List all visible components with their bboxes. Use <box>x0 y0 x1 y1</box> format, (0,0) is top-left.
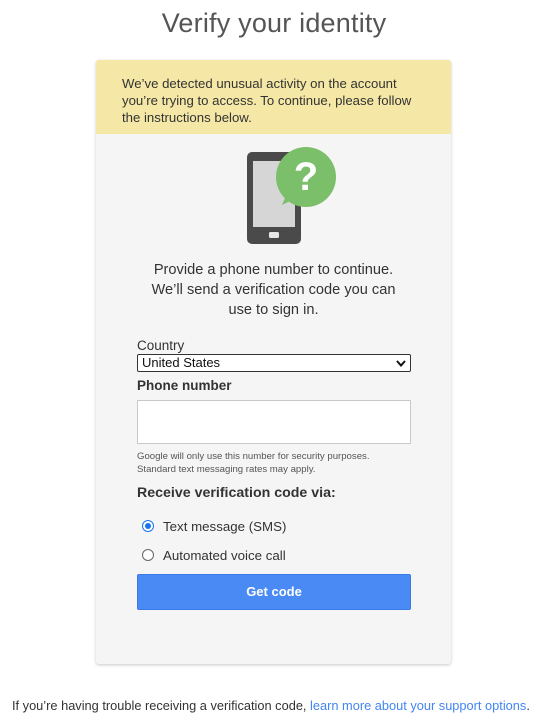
radio-option-sms[interactable]: Text message (SMS) <box>142 517 286 535</box>
voice-call-radio[interactable] <box>142 549 154 561</box>
notice-text: We’ve detected unusual activity on the a… <box>122 76 412 125</box>
page-title: Verify your identity <box>161 8 387 38</box>
support-footer: If you’re having trouble receiving a ver… <box>12 698 530 713</box>
get-code-button[interactable]: Get code <box>137 574 411 610</box>
sms-radio-label: Text message (SMS) <box>163 518 287 534</box>
phone-number-label: Phone number <box>137 378 232 393</box>
country-selected-value: United States <box>142 355 221 370</box>
country-select[interactable]: United States <box>137 354 411 372</box>
support-options-link[interactable]: learn more about your support options <box>310 698 526 713</box>
svg-text:?: ? <box>294 155 318 199</box>
phone-question-icon: ? <box>247 147 336 244</box>
prompt-line-1: Provide a phone number to continue. <box>153 262 394 278</box>
footer-trailing: . <box>526 698 530 713</box>
phone-number-input[interactable] <box>137 400 411 444</box>
phone-prompt: Provide a phone number to continue. We’l… <box>126 260 421 320</box>
receive-via-label: Receive verification code via: <box>137 485 336 501</box>
unusual-activity-notice: We’ve detected unusual activity on the a… <box>96 60 451 134</box>
verification-card: We’ve detected unusual activity on the a… <box>96 60 451 664</box>
phone-fineprint: Google will only use this number for sec… <box>137 451 417 476</box>
country-label: Country <box>137 338 185 353</box>
voice-call-radio-label: Automated voice call <box>163 547 286 563</box>
prompt-line-2: We’ll send a verification code you can <box>151 282 396 298</box>
fineprint-line-1: Google will only use this number for sec… <box>137 451 370 462</box>
radio-option-voice[interactable]: Automated voice call <box>142 546 286 564</box>
sms-radio[interactable] <box>142 520 154 532</box>
chevron-down-icon <box>396 360 406 368</box>
fineprint-line-2: Standard text messaging rates may apply. <box>137 463 316 475</box>
prompt-line-3: use to sign in. <box>228 302 319 318</box>
footer-text: If you’re having trouble receiving a ver… <box>12 698 311 713</box>
verify-identity-page: Verify your identity We’ve detected unus… <box>0 0 560 727</box>
